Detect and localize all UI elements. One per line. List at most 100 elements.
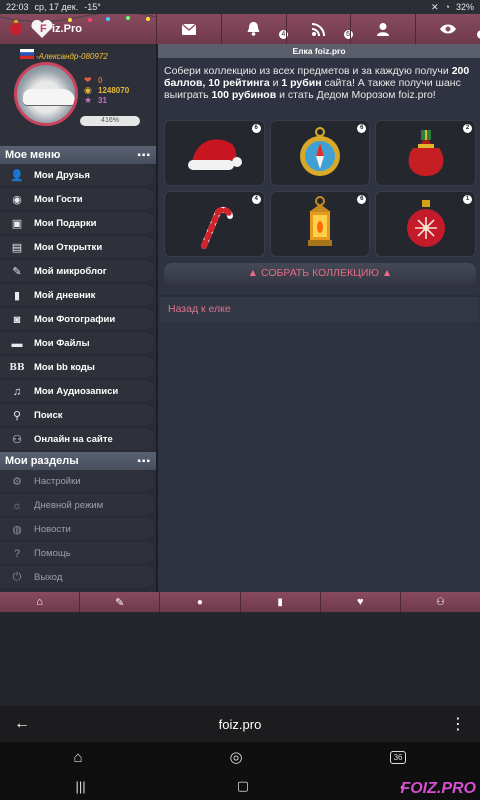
menu-files[interactable]: ▬ Мои Файлы xyxy=(0,332,154,355)
heart-icon: ♥ xyxy=(357,596,364,608)
home-icon: ⌂ xyxy=(36,596,43,608)
site-logo[interactable]: F iz.Pro xyxy=(0,12,157,44)
my-sections-header: Мои разделы ▪▪▪ xyxy=(0,452,156,470)
item-gift-sack[interactable]: 2 xyxy=(375,120,476,186)
compass-icon xyxy=(299,127,340,176)
wifi-icon: ◔ xyxy=(444,2,450,12)
ornament-icon xyxy=(406,200,445,247)
browser-url[interactable]: foiz.pro xyxy=(44,717,436,732)
nav-mail[interactable] xyxy=(156,14,221,44)
sections-more-icon[interactable]: ▪▪▪ xyxy=(137,456,151,467)
bottom-write[interactable]: ✎ xyxy=(79,592,159,612)
home-button-icon[interactable]: ▢ xyxy=(237,778,249,794)
logo-text: iz.Pro xyxy=(52,23,82,35)
nav-guests[interactable]: 3 xyxy=(415,14,480,44)
menu-item-label: Мои Подарки xyxy=(34,218,97,229)
profile-card: -Александр-080972 ❤ 0 ◉ 1248070 ★ 31 416… xyxy=(0,44,156,146)
menu-photos[interactable]: ◙ Мои Фотографии xyxy=(0,308,154,331)
more-vert-icon[interactable]: ⋮ xyxy=(436,714,480,734)
menu-online[interactable]: ⚇ Онлайн на сайте xyxy=(0,428,154,451)
nav-profile[interactable] xyxy=(350,14,415,44)
recent-apps-icon[interactable]: ||| xyxy=(76,779,86,794)
nav-notifications[interactable]: 4 xyxy=(220,14,288,44)
system-nav-bar: ||| ▢ ‹ FOIZ.PRO xyxy=(0,772,480,800)
my-menu-title: Мое меню xyxy=(5,149,61,161)
item-count: 2 xyxy=(462,124,472,133)
menu-friends[interactable]: 👤 Мои Друзья xyxy=(0,164,154,187)
bottom-heart[interactable]: ♥ xyxy=(319,592,400,612)
russia-flag-icon xyxy=(20,49,34,59)
menu-audio[interactable]: ♫ Мои Аудиозаписи xyxy=(0,380,154,403)
profile-username[interactable]: -Александр-080972 xyxy=(36,52,108,61)
camera-icon: ◙ xyxy=(13,313,21,326)
menu-more-icon[interactable]: ▪▪▪ xyxy=(137,150,151,161)
nav-feed[interactable]: 6 xyxy=(285,14,353,44)
book-icon: ▮ xyxy=(277,596,283,608)
eye-icon: ◉ xyxy=(12,194,22,206)
edit-icon: ✎ xyxy=(12,266,22,278)
item-compass[interactable]: 6 xyxy=(269,120,371,186)
sun-icon: ☼ xyxy=(11,499,23,512)
collection-grid: 6 6 2 4 6 1 xyxy=(164,120,476,258)
browser-home-icon[interactable]: ⌂ xyxy=(73,749,82,766)
item-count: 4 xyxy=(251,195,261,204)
my-menu-header: Мое меню ▪▪▪ xyxy=(0,146,156,164)
pencil-icon: ✎ xyxy=(115,596,125,609)
bottom-group[interactable]: ⚇ xyxy=(399,592,480,612)
menu-item-label: Онлайн на сайте xyxy=(34,434,113,445)
menu-settings[interactable]: ⚙ Настройки xyxy=(0,470,154,493)
collect-collection-button[interactable]: ▲ СОБРАТЬ КОЛЛЕКЦИЮ ▲ xyxy=(164,263,476,284)
rating-icon: ★ xyxy=(84,95,93,105)
item-santa-hat[interactable]: 6 xyxy=(164,120,265,186)
bottom-book[interactable]: ▮ xyxy=(239,592,320,612)
menu-news[interactable]: ◍ Новости xyxy=(0,518,154,541)
menu-item-label: Мой микроблог xyxy=(34,266,107,277)
item-count: 1 xyxy=(462,195,472,204)
help-icon: ? xyxy=(13,547,21,560)
logo-letter: F xyxy=(40,23,47,35)
back-to-tree-link[interactable]: Назад к елке xyxy=(160,295,478,322)
page-title: Елка foiz.pro xyxy=(158,44,480,58)
menu-diary[interactable]: ▮ Мой дневник xyxy=(0,284,154,307)
book-icon: ▮ xyxy=(13,290,21,302)
back-arrow-icon[interactable]: ← xyxy=(0,715,44,733)
status-time: 22:03 xyxy=(6,2,29,12)
tabs-count-button[interactable]: 36 xyxy=(389,750,407,764)
menu-item-label: Выход xyxy=(34,572,63,583)
watermark: FOIZ.PRO xyxy=(400,780,476,797)
gift-sack-icon xyxy=(408,130,444,176)
power-icon: ⏻ xyxy=(12,571,22,583)
menu-search[interactable]: ⚲ Поиск xyxy=(0,404,154,427)
menu-item-label: Настройки xyxy=(34,476,81,487)
item-candy-cane[interactable]: 4 xyxy=(164,191,265,257)
menu-bbcodes[interactable]: BB Мои bb коды xyxy=(0,356,154,379)
menu-day-mode[interactable]: ☼ Дневной режим xyxy=(0,494,154,517)
bottom-home[interactable]: ⌂ xyxy=(0,592,79,612)
bb-icon: BB xyxy=(9,362,25,373)
menu-item-label: Поиск xyxy=(34,410,63,421)
search-icon: ⚲ xyxy=(12,410,22,422)
bottom-nav: ⌂ ✎ ● ▮ ♥ ⚇ xyxy=(0,592,480,612)
item-lantern[interactable]: 6 xyxy=(269,191,371,257)
heart-count: 0 xyxy=(98,76,103,85)
bottom-chat[interactable]: ● xyxy=(159,592,239,612)
browser-toolbar: ⌂ ◎ 36 xyxy=(0,742,480,772)
menu-gifts[interactable]: ▣ Мои Подарки xyxy=(0,212,154,235)
menu-microblog[interactable]: ✎ Мой микроблог xyxy=(0,260,154,283)
bell-icon xyxy=(247,22,260,36)
menu-postcards[interactable]: ▤ Мои Открытки xyxy=(0,236,154,259)
browser-sync-icon[interactable]: ◎ xyxy=(230,748,243,766)
browser-address-bar: ← foiz.pro ⋮ xyxy=(0,706,480,742)
avatar[interactable] xyxy=(14,62,78,126)
mail-icon xyxy=(181,23,196,35)
item-ornament[interactable]: 1 xyxy=(375,191,476,257)
menu-help[interactable]: ? Помощь xyxy=(0,542,154,565)
car-photo xyxy=(23,89,75,105)
chat-icon: ● xyxy=(196,596,203,608)
desc-bold: 100 рубинов xyxy=(211,89,277,101)
menu-guests[interactable]: ◉ Мои Гости xyxy=(0,188,154,211)
menu-item-label: Мои Файлы xyxy=(34,338,90,349)
music-icon: ♫ xyxy=(12,385,22,398)
desc-text: и xyxy=(269,77,282,89)
menu-logout[interactable]: ⏻ Выход xyxy=(0,566,154,589)
